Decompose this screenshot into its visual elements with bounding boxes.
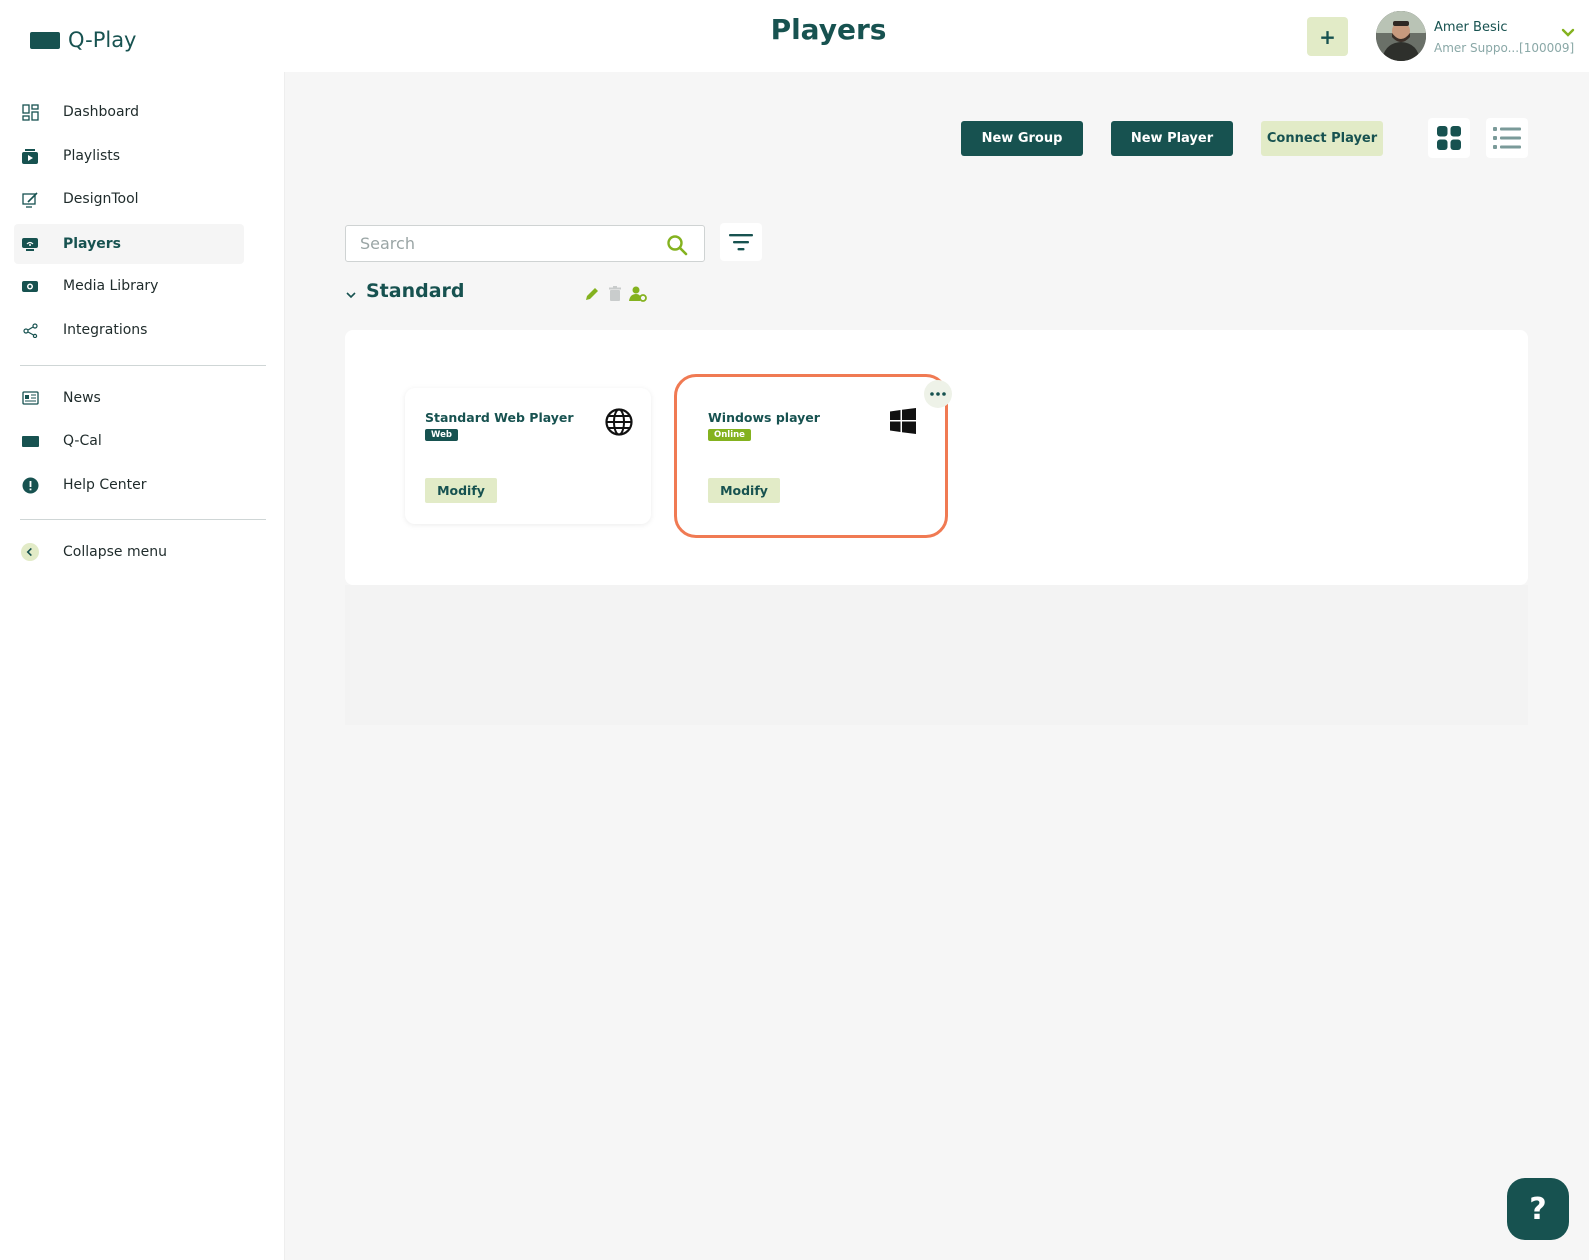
user-settings-icon[interactable] (629, 285, 647, 303)
share-icon (21, 321, 39, 339)
player-card[interactable]: Windows player Online Modify (674, 374, 952, 538)
new-group-button[interactable]: New Group (961, 121, 1083, 156)
top-header: Q-Play Players + Amer Besic Amer Suppo..… (0, 0, 1589, 72)
chevron-down-icon[interactable] (345, 289, 357, 301)
modify-button[interactable]: Modify (708, 478, 780, 503)
sidebar-item-news[interactable]: News (14, 378, 244, 418)
filter-button[interactable] (720, 223, 762, 261)
playlist-icon (21, 147, 39, 165)
grid-view-icon (1437, 126, 1461, 150)
grid-view-button[interactable] (1428, 118, 1470, 158)
sidebar: Dashboard Playlists DesignTool Players M… (0, 72, 285, 1260)
sidebar-divider (20, 519, 266, 520)
connect-player-button[interactable]: Connect Player (1261, 121, 1383, 156)
more-icon (930, 392, 946, 396)
sidebar-item-integrations[interactable]: Integrations (14, 310, 244, 350)
player-name: Windows player (708, 410, 820, 425)
edit-icon[interactable] (583, 285, 601, 303)
list-view-icon (1493, 127, 1521, 149)
search-box (345, 225, 705, 262)
player-icon (21, 235, 39, 253)
new-player-button[interactable]: New Player (1111, 121, 1233, 156)
sidebar-divider (20, 365, 266, 366)
help-icon (21, 476, 39, 494)
user-name[interactable]: Amer Besic (1434, 20, 1507, 35)
list-view-button[interactable] (1486, 118, 1528, 158)
avatar[interactable] (1376, 11, 1426, 61)
sidebar-item-q-cal[interactable]: Q-Cal (14, 421, 244, 461)
sidebar-item-label: Playlists (63, 148, 121, 164)
modify-button[interactable]: Modify (425, 478, 497, 503)
chevron-left-icon (21, 543, 39, 561)
search-input[interactable] (360, 226, 650, 261)
sidebar-item-label: Q-Cal (63, 433, 102, 449)
media-icon (21, 277, 39, 295)
sidebar-item-label: Players (63, 236, 121, 252)
player-name: Standard Web Player (425, 410, 574, 425)
search-icon[interactable] (666, 234, 688, 256)
status-badge: Online (708, 429, 751, 441)
sidebar-item-dashboard[interactable]: Dashboard (14, 92, 244, 132)
sidebar-item-designtool[interactable]: DesignTool (14, 179, 244, 219)
chevron-down-icon[interactable] (1561, 28, 1575, 38)
player-type-badge: Web (425, 429, 458, 441)
sidebar-item-label: Dashboard (63, 104, 139, 120)
player-card[interactable]: Standard Web Player Web Modify (405, 388, 651, 524)
trash-icon[interactable] (606, 285, 624, 303)
help-button[interactable]: ? (1507, 1178, 1569, 1240)
sidebar-item-label: News (63, 390, 101, 406)
group-panel: Standard Web Player Web Modify Windows p… (345, 330, 1528, 585)
user-account[interactable]: Amer Suppo...[100009] (1434, 41, 1574, 55)
globe-icon (605, 408, 633, 436)
sidebar-item-help-center[interactable]: Help Center (14, 465, 244, 505)
news-icon (21, 389, 39, 407)
calendar-icon (21, 432, 39, 450)
sidebar-item-players[interactable]: Players (14, 224, 244, 264)
design-icon (21, 190, 39, 208)
sidebar-item-label: Collapse menu (63, 544, 167, 560)
sidebar-item-playlists[interactable]: Playlists (14, 136, 244, 176)
page-title: Players (770, 13, 887, 46)
sidebar-item-label: Integrations (63, 322, 148, 338)
windows-icon (890, 408, 916, 434)
group-footer (345, 585, 1528, 725)
sidebar-item-media-library[interactable]: Media Library (14, 266, 244, 306)
add-button[interactable]: + (1307, 17, 1348, 56)
main-content: New Group New Player Connect Player Stan… (285, 72, 1589, 1260)
filter-icon (729, 234, 753, 251)
group-title[interactable]: Standard (366, 280, 465, 302)
collapse-menu-button[interactable]: Collapse menu (14, 532, 244, 572)
sidebar-item-label: Media Library (63, 278, 159, 294)
sidebar-item-label: DesignTool (63, 191, 139, 207)
sidebar-item-label: Help Center (63, 477, 147, 493)
dashboard-icon (21, 103, 39, 121)
more-options-button[interactable] (924, 380, 952, 408)
